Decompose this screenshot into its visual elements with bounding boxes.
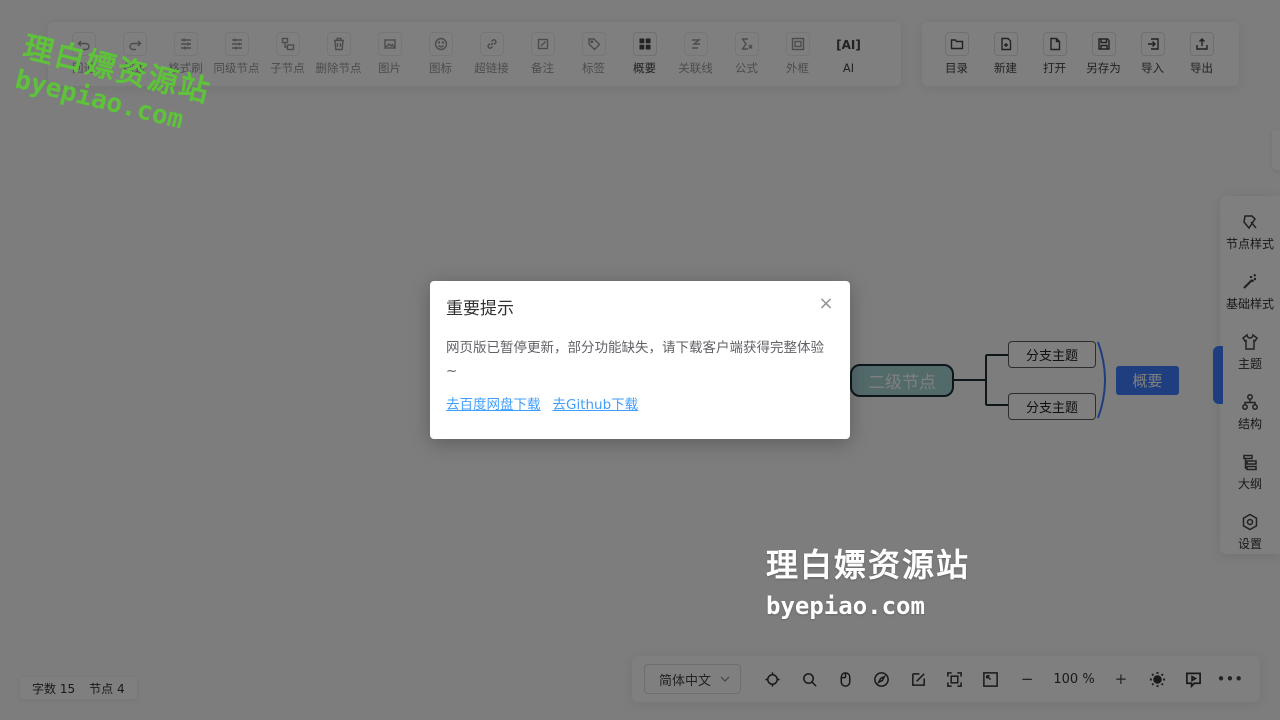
baidu-download-link[interactable]: 去百度网盘下载 (446, 393, 541, 413)
watermark-bottom-url: byepiao.com (766, 592, 925, 620)
watermark-bottom-title: 理白嫖资源站 (766, 546, 971, 584)
dialog-message: 网页版已暂停更新，部分功能缺失，请下载客户端获得完整体验~ (446, 340, 824, 379)
dialog-links: 去百度网盘下载 去Github下载 (446, 393, 834, 413)
github-download-link[interactable]: 去Github下载 (553, 393, 639, 413)
dialog-title: 重要提示 (446, 299, 514, 319)
watermark-bottom: 理白嫖资源站 byepiao.com (766, 540, 970, 620)
notice-dialog: 重要提示 × 网页版已暂停更新，部分功能缺失，请下载客户端获得完整体验~ 去百度… (430, 281, 850, 439)
close-icon[interactable]: × (818, 295, 834, 313)
